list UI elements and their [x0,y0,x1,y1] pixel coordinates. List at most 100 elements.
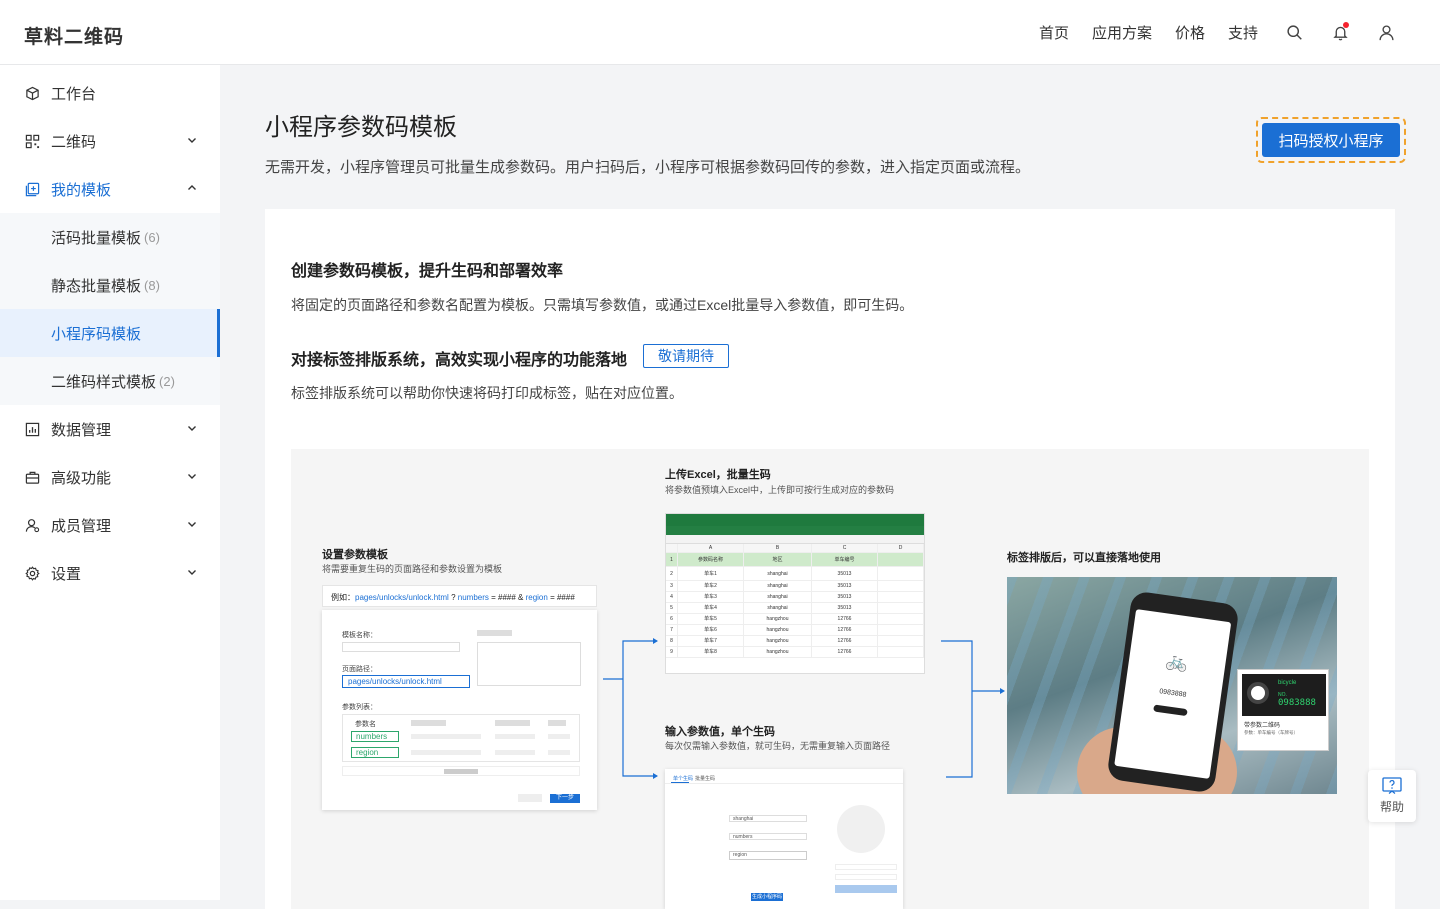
excel-cell: 4 [666,592,678,602]
bell-icon[interactable] [1330,21,1350,43]
excel-cell [878,592,924,602]
excel-cell: 3 [666,581,678,591]
label-code: 0983888 [1278,698,1316,708]
excel-row: 4 单车3 shanghai 35013 [666,592,924,603]
label-sub: 参数：单车编号（车牌号） [1244,730,1298,735]
excel-cell [878,625,924,635]
sidebar-item-members[interactable]: 成员管理 [0,501,220,549]
notification-dot [1343,21,1349,28]
excel-cell: D [878,544,924,552]
brand-logo[interactable]: 草料二维码 [24,22,124,49]
sidebar-item-label: 小程序码模板 [51,325,142,343]
phone-number-text: 0983888 [1158,688,1187,699]
excel-cell [878,553,924,566]
sidebar: 工作台 二维码 我的模板 活码批量模板 (6) 静态批量模板 (8) 小程序码模板 … [0,65,220,900]
excel-cell: 35013 [812,592,878,602]
sidebar-item-label: 工作台 [51,85,97,103]
excel-cell: B [744,544,812,552]
nav-pricing[interactable]: 价格 [1175,22,1205,43]
sidebar-item-qrcode[interactable]: 二维码 [0,117,220,165]
chevron-down-icon [188,426,196,431]
count-badge: (8) [144,277,160,293]
excel-row: 1 参数码名称 地区 单车编号 [666,553,924,567]
section-text: 标签排版系统可以帮助你快速将码打印成标签，贴在对应位置。 [291,385,683,401]
sidebar-item-label: 高级功能 [51,469,112,487]
excel-cell: 地区 [744,553,812,566]
sidebar-item-settings[interactable]: 设置 [0,549,220,597]
excel-cell: hangzhou [744,614,812,624]
count-badge: (6) [144,229,160,245]
user-icon[interactable] [1376,23,1396,43]
sidebar-item-label: 设置 [51,565,82,583]
gear-icon [24,565,40,581]
excel-cell: shanghai [744,592,812,602]
chevron-down-icon [188,474,196,479]
top-nav: 首页 应用方案 价格 支持 [1016,0,1396,65]
top-bar: 草料二维码 首页 应用方案 价格 支持 [0,0,1440,65]
sidebar-item-label: 静态批量模板 [51,277,142,295]
sidebar-item-advanced[interactable]: 高级功能 [0,453,220,501]
label-caption: 带参数二维码 [1244,723,1281,729]
sidebar-item-miniprogram-template[interactable]: 小程序码模板 [0,309,220,357]
excel-cell: 1 [666,553,678,566]
excel-cell: 单车编号 [812,553,878,566]
excel-row: 9 单车8 hangzhou 12766 [666,647,924,658]
search-icon[interactable] [1284,23,1304,43]
intro-card: 创建参数码模板，提升生码和部署效率 将固定的页面路径和参数名配置为模板。只需填写… [265,209,1395,909]
cube-icon [24,85,40,101]
sidebar-item-label: 二维码样式模板 [51,373,157,391]
excel-cell [878,567,924,580]
excel-cell: 单车8 [678,647,744,657]
step-title: 标签排版后，可以直接落地使用 [1007,552,1161,564]
excel-cell [878,614,924,624]
qr-label-mockup: bicycle NO. 0983888 带参数二维码 参数：单车编号（车牌号） [1237,669,1329,751]
chevron-up-icon [188,185,196,190]
excel-cell: 单车7 [678,636,744,646]
nav-support[interactable]: 支持 [1228,22,1258,43]
sidebar-item-label: 活码批量模板 [51,229,142,247]
excel-cell: A [678,544,744,552]
excel-cell: shanghai [744,581,812,591]
template-submenu: 活码批量模板 (6) 静态批量模板 (8) 小程序码模板 二维码样式模板 (2) [0,213,220,405]
excel-cell: 参数码名称 [678,553,744,566]
mock-input: region [729,851,807,860]
excel-cell: hangzhou [744,636,812,646]
label-text: bicycle [1278,680,1297,686]
nav-home[interactable]: 首页 [1039,22,1069,43]
authorize-miniprogram-button[interactable]: 扫码授权小程序 [1262,123,1400,157]
excel-cell: C [812,544,878,552]
excel-cell: 35013 [812,581,878,591]
excel-cell: 35013 [812,567,878,580]
excel-cell [878,647,924,657]
coming-soon-tag[interactable]: 敬请期待 [643,344,729,368]
excel-cell: shanghai [744,603,812,613]
sidebar-item-workbench[interactable]: 工作台 [0,69,220,117]
mock-tab: 批量生码 [695,776,716,782]
nav-solutions[interactable]: 应用方案 [1092,22,1152,43]
single-generate-mockup: 单个生码 批量生码 shanghai numbers region 生成小程序码 [665,769,903,909]
excel-cell: 12766 [812,636,878,646]
excel-cell: 单车6 [678,625,744,635]
help-button[interactable]: 帮助 [1368,770,1416,822]
section-title: 对接标签排版系统，高效实现小程序的功能落地 [291,352,628,369]
excel-row: 5 单车4 shanghai 35013 [666,603,924,614]
excel-row: 6 单车5 hangzhou 12766 [666,614,924,625]
excel-cell: 单车5 [678,614,744,624]
sidebar-item-qrcode-style-template[interactable]: 二维码样式模板 (2) [0,357,220,405]
sidebar-item-label: 成员管理 [51,517,112,535]
step-desc: 每次仅需输入参数值，就可生码，无需重复输入页面路径 [665,741,891,751]
excel-cell: 单车2 [678,581,744,591]
main-content: 小程序参数码模板 无需开发，小程序管理员可批量生成参数码。用户扫码后，小程序可根… [220,65,1440,909]
sidebar-item-live-batch-template[interactable]: 活码批量模板 (6) [0,213,220,261]
sidebar-item-my-templates[interactable]: 我的模板 [0,165,220,213]
qrcode-icon [24,133,40,149]
sidebar-item-data[interactable]: 数据管理 [0,405,220,453]
mock-input: shanghai [729,815,807,822]
sidebar-item-static-batch-template[interactable]: 静态批量模板 (8) [0,261,220,309]
excel-row: 7 单车6 hangzhou 12766 [666,625,924,636]
excel-cell [878,603,924,613]
excel-cell: 35013 [812,603,878,613]
chevron-down-icon [188,570,196,575]
help-label: 帮助 [1379,800,1404,814]
step-title: 输入参数值，单个生码 [665,726,775,738]
